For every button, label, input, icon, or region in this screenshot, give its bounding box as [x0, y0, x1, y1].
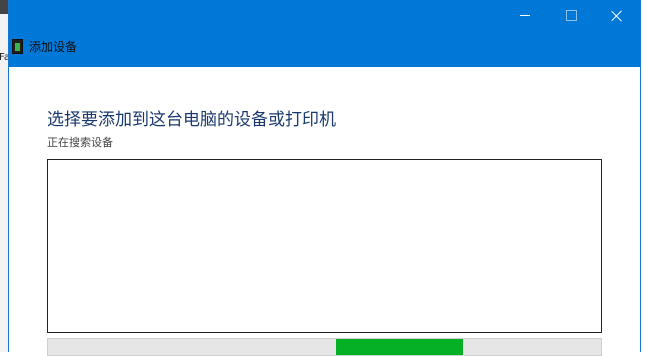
window-title: 添加设备 [29, 40, 78, 54]
search-status-text: 正在搜索设备 [47, 136, 113, 149]
maximize-icon [565, 10, 577, 21]
close-button[interactable] [594, 0, 640, 31]
progress-marquee [335, 339, 463, 355]
minimize-button[interactable] [502, 0, 548, 31]
title-bar[interactable]: 添加设备 [9, 0, 640, 67]
minimize-icon [520, 15, 530, 16]
close-icon [611, 10, 623, 22]
add-device-app-icon [12, 39, 23, 54]
device-list[interactable] [47, 159, 602, 333]
page-heading: 选择要添加到这台电脑的设备或打印机 [47, 110, 336, 130]
maximize-button[interactable] [548, 0, 594, 31]
search-progress-bar [47, 338, 602, 356]
add-device-dialog: 添加设备 选择要添加到这台电脑的设备或打印机 正在搜索设备 [8, 0, 641, 356]
